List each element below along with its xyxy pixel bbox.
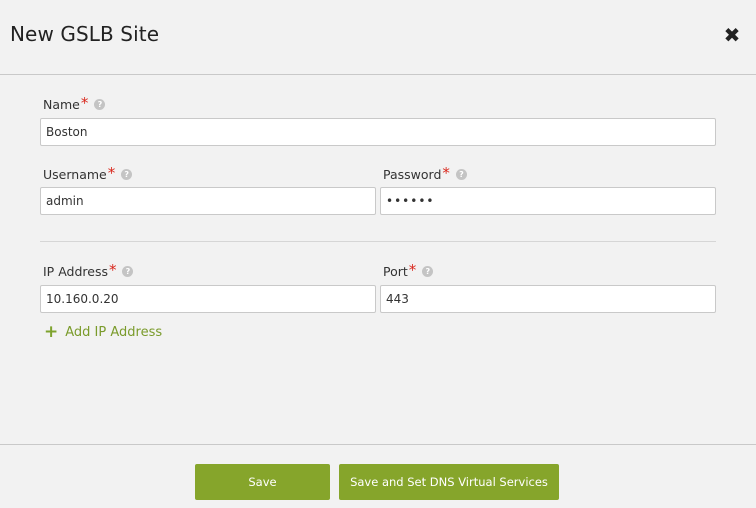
ip-address-label-group: IP Address * ? bbox=[43, 260, 134, 279]
password-label: Password bbox=[383, 167, 442, 182]
help-icon[interactable]: ? bbox=[94, 99, 106, 110]
username-input[interactable] bbox=[40, 187, 376, 215]
add-ip-address-label: Add IP Address bbox=[65, 324, 163, 340]
port-label-group: Port * ? bbox=[383, 260, 434, 279]
name-label: Name bbox=[43, 97, 80, 112]
ip-address-input[interactable] bbox=[40, 285, 376, 313]
username-label-group: Username * ? bbox=[43, 163, 133, 182]
password-label-group: Password * ? bbox=[383, 163, 467, 182]
section-divider bbox=[40, 241, 716, 242]
save-and-set-dns-button[interactable]: Save and Set DNS Virtual Services bbox=[339, 464, 559, 500]
footer-divider bbox=[0, 444, 756, 445]
required-marker: * bbox=[442, 163, 450, 182]
required-marker: * bbox=[108, 260, 117, 279]
port-input[interactable] bbox=[380, 285, 716, 313]
ip-address-label: IP Address bbox=[43, 264, 108, 279]
required-marker: * bbox=[408, 260, 417, 279]
dialog-header: New GSLB Site ✖ bbox=[0, 0, 756, 75]
port-label: Port bbox=[383, 264, 408, 279]
name-label-group: Name * ? bbox=[43, 93, 106, 112]
required-marker: * bbox=[80, 93, 89, 112]
name-input[interactable] bbox=[40, 118, 716, 146]
dialog-title: New GSLB Site bbox=[10, 22, 160, 46]
plus-icon: + bbox=[44, 322, 59, 342]
add-ip-address-link[interactable]: + Add IP Address bbox=[44, 322, 163, 342]
save-button[interactable]: Save bbox=[195, 464, 330, 500]
password-input[interactable] bbox=[380, 187, 716, 215]
required-marker: * bbox=[107, 163, 116, 182]
help-icon[interactable]: ? bbox=[122, 266, 134, 277]
help-icon[interactable]: ? bbox=[121, 169, 133, 180]
close-icon[interactable]: ✖ bbox=[722, 24, 742, 46]
username-label: Username bbox=[43, 167, 107, 182]
help-icon[interactable]: ? bbox=[455, 169, 467, 180]
help-icon[interactable]: ? bbox=[422, 266, 434, 277]
